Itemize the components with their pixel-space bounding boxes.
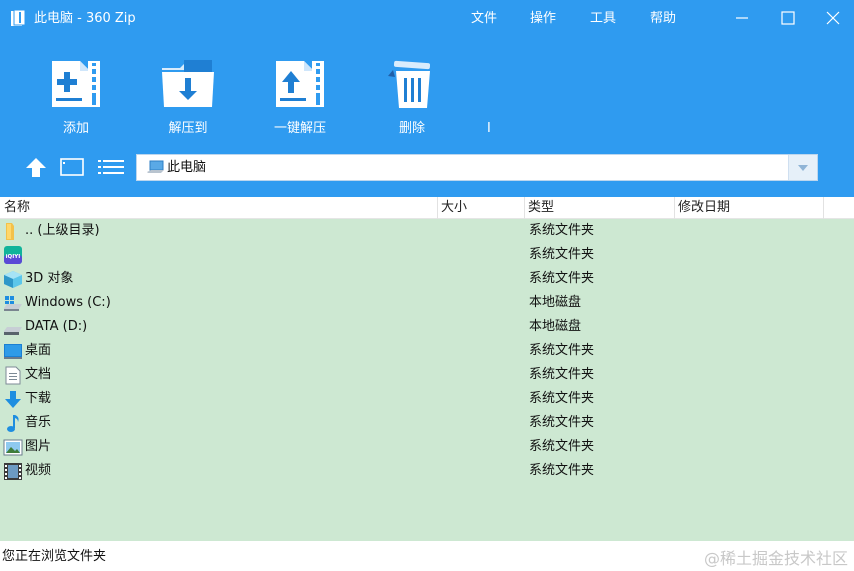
add-button[interactable]: 添加 <box>31 58 121 140</box>
item-name: 桌面 <box>25 343 52 358</box>
menu-tools[interactable]: 工具 <box>590 10 616 27</box>
download-icon <box>5 391 21 408</box>
file-list[interactable]: .. (上级目录) 系统文件夹 iQIYI 系统文件夹 3D 对象 系统文件夹 … <box>0 219 854 541</box>
list-item[interactable]: 桌面 系统文件夹 <box>0 339 854 363</box>
item-type: 系统文件夹 <box>529 343 595 358</box>
list-item[interactable]: 文档 系统文件夹 <box>0 363 854 387</box>
delete-label: 删除 <box>398 121 425 136</box>
item-name: DATA (D:) <box>25 319 88 334</box>
status-text: 您正在浏览文件夹 <box>2 549 107 564</box>
column-modified[interactable]: 修改日期 <box>678 200 730 216</box>
list-item[interactable]: 图片 系统文件夹 <box>0 435 854 459</box>
extract-to-icon <box>162 60 214 107</box>
item-type: 系统文件夹 <box>529 439 595 454</box>
delete-button[interactable]: 删除 <box>367 58 457 140</box>
menu-file[interactable]: 文件 <box>471 10 497 27</box>
list-item[interactable]: DATA (D:) 本地磁盘 <box>0 315 854 339</box>
address-path: 此电脑 <box>167 160 207 175</box>
trash-icon <box>388 60 431 108</box>
pictures-icon <box>3 439 23 456</box>
maximize-icon <box>781 11 795 25</box>
watermark: @稀土掘金技术社区 <box>703 549 848 568</box>
list-item[interactable]: 3D 对象 系统文件夹 <box>0 267 854 291</box>
chevron-down-icon <box>798 164 808 171</box>
parent-folder-icon <box>6 223 14 240</box>
close-button[interactable] <box>815 4 851 32</box>
item-name: 图片 <box>25 439 52 454</box>
address-bar[interactable]: 此电脑 <box>136 154 818 181</box>
menu-help[interactable]: 帮助 <box>650 10 676 27</box>
item-name: 视频 <box>25 463 52 478</box>
item-name: 文档 <box>25 367 52 382</box>
list-item[interactable]: iQIYI 系统文件夹 <box>0 243 854 267</box>
column-header-row: 名称 大小 类型 修改日期 <box>0 197 854 219</box>
column-divider[interactable] <box>674 197 675 219</box>
videos-icon <box>4 463 22 480</box>
windows-drive-icon <box>4 296 22 311</box>
svg-text:iQIYI: iQIYI <box>6 254 21 260</box>
item-name: .. (上级目录) <box>25 223 100 238</box>
list-item[interactable]: 音乐 系统文件夹 <box>0 411 854 435</box>
one-click-extract-button[interactable]: 一键解压 <box>255 58 345 140</box>
close-icon <box>826 11 840 25</box>
item-type: 系统文件夹 <box>529 463 595 478</box>
item-type: 系统文件夹 <box>529 223 595 238</box>
view-thumbnail-button[interactable] <box>59 155 85 179</box>
item-type: 系统文件夹 <box>529 247 595 262</box>
extract-to-label: 解压到 <box>168 121 208 136</box>
desktop-icon <box>4 344 22 359</box>
one-click-extract-icon <box>276 61 324 107</box>
list-item[interactable]: Windows (C:) 本地磁盘 <box>0 291 854 315</box>
column-divider[interactable] <box>823 197 824 219</box>
view-list-button[interactable] <box>97 155 124 179</box>
documents-icon <box>5 366 21 385</box>
add-archive-icon <box>52 61 100 107</box>
item-type: 系统文件夹 <box>529 391 595 406</box>
one-click-extract-label: 一键解压 <box>273 121 326 136</box>
item-type: 本地磁盘 <box>529 295 582 310</box>
item-type: 系统文件夹 <box>529 271 595 286</box>
music-icon <box>7 415 19 432</box>
item-name: 3D 对象 <box>25 271 74 286</box>
drive-icon <box>4 327 22 335</box>
3d-objects-icon <box>4 271 22 288</box>
item-type: 系统文件夹 <box>529 415 595 430</box>
iqiyi-icon: iQIYI <box>4 246 22 264</box>
extract-to-button[interactable]: 解压到 <box>143 58 233 140</box>
column-type[interactable]: 类型 <box>528 200 554 216</box>
thumbnail-view-icon <box>60 158 84 176</box>
text-cursor: I <box>487 121 491 136</box>
list-item[interactable]: 下载 系统文件夹 <box>0 387 854 411</box>
column-divider[interactable] <box>524 197 525 219</box>
window-title: 此电脑 - 360 Zip <box>34 11 136 26</box>
app-icon <box>11 10 26 26</box>
menu-operations[interactable]: 操作 <box>530 10 556 27</box>
item-type: 系统文件夹 <box>529 367 595 382</box>
item-name: 下载 <box>25 391 52 406</box>
minimize-button[interactable] <box>724 4 760 32</box>
minimize-icon <box>736 17 748 19</box>
item-name: 音乐 <box>25 415 52 430</box>
list-view-icon <box>97 160 124 174</box>
column-name[interactable]: 名称 <box>4 200 30 216</box>
top-panel: 此电脑 - 360 Zip 文件 操作 工具 帮助 添加 解压到 一键解压 删除… <box>0 0 854 197</box>
list-item[interactable]: .. (上级目录) 系统文件夹 <box>0 219 854 243</box>
address-dropdown-button[interactable] <box>788 155 817 180</box>
computer-icon <box>147 160 164 173</box>
item-name: Windows (C:) <box>25 295 111 310</box>
column-size[interactable]: 大小 <box>441 200 467 216</box>
item-type: 本地磁盘 <box>529 319 582 334</box>
up-arrow-icon <box>26 158 46 177</box>
maximize-button[interactable] <box>770 4 806 32</box>
add-label: 添加 <box>62 121 89 136</box>
status-bar: 您正在浏览文件夹 @稀土掘金技术社区 <box>0 541 854 571</box>
column-divider[interactable] <box>437 197 438 219</box>
up-button[interactable] <box>24 155 48 179</box>
list-item[interactable]: 视频 系统文件夹 <box>0 459 854 483</box>
